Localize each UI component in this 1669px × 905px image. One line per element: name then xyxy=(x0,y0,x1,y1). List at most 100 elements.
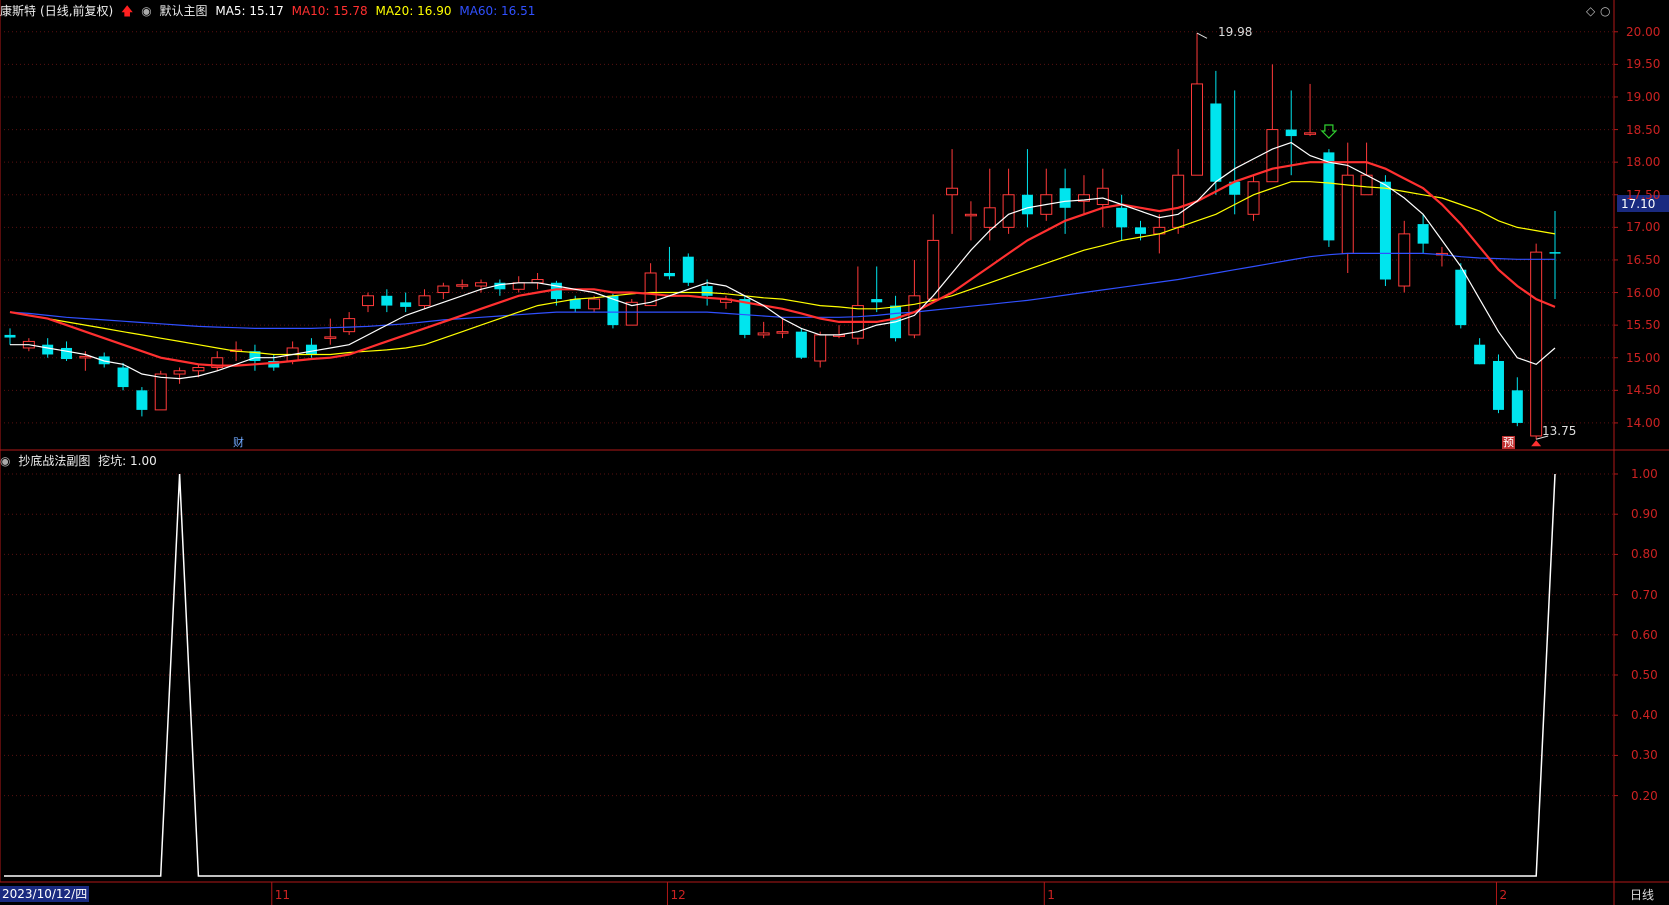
candle-body-down xyxy=(1417,224,1429,244)
ma60-line xyxy=(9,252,1555,329)
diamond-icon[interactable]: ◇ xyxy=(1586,4,1595,18)
candle-body-up xyxy=(79,355,92,359)
price-axis-tick-label: 14.50 xyxy=(1626,383,1661,398)
stock-name[interactable]: 康斯特 xyxy=(0,4,36,18)
month-label: 2 xyxy=(1499,888,1507,902)
chart-canvas[interactable]: 11 12 1 2 xyxy=(0,0,1669,905)
candle-body-down xyxy=(1285,129,1297,137)
candle-body-up xyxy=(1191,83,1204,176)
price-axis-tick-label: 17.50 xyxy=(1626,187,1661,202)
candle-body-down xyxy=(569,299,581,309)
ma60-label: MA60: 16.51 xyxy=(459,4,536,18)
candle-body-up xyxy=(343,318,356,333)
candle-body-down xyxy=(1134,227,1146,234)
candle-body-up xyxy=(946,187,959,196)
price-axis-tick-label: 15.50 xyxy=(1626,318,1661,333)
candle-body-up xyxy=(757,332,770,336)
candle-body-down xyxy=(1511,390,1523,423)
candle-body-up xyxy=(1360,174,1373,196)
candlestick-series xyxy=(4,33,1561,440)
candle-body-up xyxy=(437,285,450,294)
first-date-label: 2023/10/12/四 xyxy=(0,886,90,902)
indicator-name[interactable]: 默认主图 xyxy=(160,4,208,18)
ma5-label: MA5: 15.17 xyxy=(215,4,284,18)
finance-marker[interactable]: 财 xyxy=(233,436,244,449)
candle-body-up xyxy=(1096,187,1109,206)
candle-body-down xyxy=(1116,207,1128,228)
sub-axis-tick-label: 0.90 xyxy=(1631,507,1658,522)
circle-chevron-icon[interactable]: ◉ xyxy=(0,454,10,468)
candle-body-up xyxy=(456,284,469,287)
sub-axis-tick-label: 1.00 xyxy=(1631,467,1658,481)
candle-body-up xyxy=(192,367,205,372)
price-axis-tick-label: 17.00 xyxy=(1626,220,1661,235)
candle-body-up xyxy=(776,331,789,334)
price-axis-tick-label: 16.50 xyxy=(1626,252,1661,267)
high-price-label: 19.98 xyxy=(1218,25,1253,39)
candle-body-down xyxy=(1059,188,1071,208)
high-pointer xyxy=(1196,32,1208,39)
red-up-arrow-icon: 🡅 xyxy=(121,4,134,18)
ma10-label: MA10: 15.78 xyxy=(291,4,368,18)
sub-axis-tick-label: 0.70 xyxy=(1631,587,1658,602)
price-axis-tick-label: 19.50 xyxy=(1626,57,1661,72)
candle-body-down xyxy=(739,299,751,335)
candle-body-up xyxy=(1530,251,1543,437)
period-button[interactable]: 日线 xyxy=(1630,887,1654,903)
candle-body-down xyxy=(1210,103,1222,182)
candle-body-up xyxy=(418,295,431,307)
candle-body-down xyxy=(400,302,412,307)
candle-body-down xyxy=(795,331,807,358)
main-chart-header: 康斯特 (日线,前复权) 🡅 ◉ 默认主图 MA5: 15.17 MA10: 15… xyxy=(0,2,539,20)
candle-body-up xyxy=(1304,132,1317,135)
candle-body-down xyxy=(305,344,317,355)
candle-body-down xyxy=(42,344,54,355)
candle-body-down xyxy=(117,367,129,388)
green-down-arrow-icon xyxy=(1320,124,1338,139)
circle-icon[interactable]: ○ xyxy=(1600,4,1610,18)
candle-body-up xyxy=(983,207,996,228)
candle-body-up xyxy=(964,213,977,217)
price-axis-tick-label: 19.00 xyxy=(1626,89,1661,104)
candle-body-down xyxy=(98,356,110,365)
candle-body-up xyxy=(361,295,374,307)
candle-body-down xyxy=(663,272,675,277)
candle-body-up xyxy=(475,282,488,287)
candle-body-down xyxy=(1492,360,1504,410)
moving-average-lines xyxy=(9,141,1556,380)
sub-axis-tick-label: 0.60 xyxy=(1631,627,1658,642)
candle-body-down xyxy=(701,286,713,296)
sub-axis-tick-label: 0.50 xyxy=(1631,668,1658,682)
candle-body-up xyxy=(154,373,167,411)
candle-body-up xyxy=(1341,174,1354,254)
circle-chevron-icon[interactable]: ◉ xyxy=(141,4,151,18)
candle-body-down xyxy=(381,295,393,306)
month-label: 12 xyxy=(670,888,685,902)
price-axis-tick-label: 18.50 xyxy=(1626,122,1661,137)
sub-chart-title[interactable]: 抄底战法副图 xyxy=(18,454,90,468)
candle-body-up xyxy=(173,370,186,375)
sub-chart-header: ◉ 抄底战法副图 挖坑: 1.00 xyxy=(0,452,161,470)
candle-body-down xyxy=(1379,181,1391,280)
candle-body-down xyxy=(61,347,73,360)
candle-body-up xyxy=(588,298,601,310)
candle-body-down xyxy=(1021,194,1033,215)
red-up-arrow-icon xyxy=(1531,440,1542,447)
candle-body-up xyxy=(324,336,337,339)
stock-chart-window[interactable]: 11 12 1 2 康斯特 (日线,前复权) 🡅 ◉ 默认主图 MA5: 15.17 M… xyxy=(0,0,1669,905)
forecast-marker[interactable]: 预 xyxy=(1502,436,1515,449)
price-axis-tick-label: 14.00 xyxy=(1626,415,1661,430)
sub-axis-tick-label: 0.40 xyxy=(1631,708,1658,723)
candle-body-down xyxy=(1474,344,1486,365)
chart-mode: (日线,前复权) xyxy=(40,4,114,18)
price-axis-tick-label: 16.00 xyxy=(1626,285,1661,300)
month-label: 11 xyxy=(275,888,290,902)
price-axis-tick-label: 20.00 xyxy=(1626,24,1661,39)
low-price-label: 13.75 xyxy=(1542,424,1577,438)
candle-body-up xyxy=(1002,194,1015,228)
sub-axis-tick-label: 0.20 xyxy=(1631,788,1658,803)
ma5-line xyxy=(10,141,1556,380)
candle-body-up xyxy=(1398,233,1411,287)
sub-axis-tick-label: 0.30 xyxy=(1631,748,1658,763)
candle-body-down xyxy=(1549,252,1561,254)
